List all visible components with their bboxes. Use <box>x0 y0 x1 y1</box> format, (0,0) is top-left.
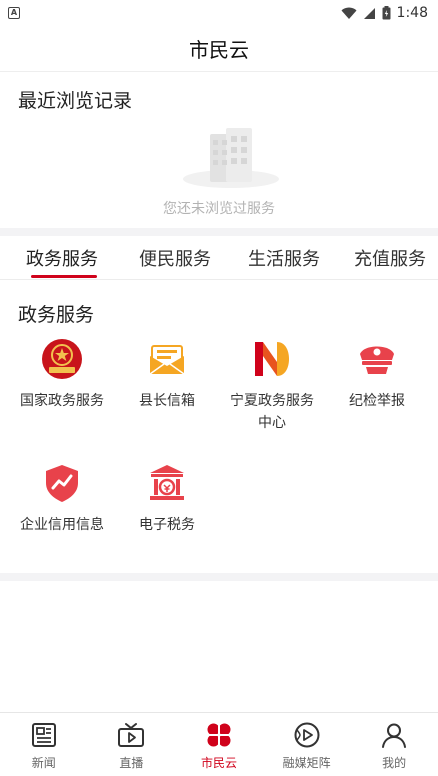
signal-icon <box>363 7 375 19</box>
service-label: 企业信用信息 <box>20 517 104 533</box>
tax-building-icon <box>150 465 184 500</box>
service-label: 电子税务 <box>139 517 195 533</box>
tab-government-services[interactable]: 政务服务 <box>0 236 124 280</box>
tv-icon <box>118 723 145 747</box>
service-label: 县长信箱 <box>139 393 195 409</box>
mailbox-icon <box>149 345 185 375</box>
police-cap-icon <box>360 346 394 374</box>
bottom-nav: 新闻 直播 市民云 融媒矩阵 我的 <box>0 712 438 776</box>
nav-label: 市民云 <box>200 756 237 770</box>
service-ningxia-center[interactable]: 宁夏政务服务中心 <box>220 338 324 434</box>
service-e-tax[interactable]: 电子税务 <box>115 462 219 536</box>
nav-item-live[interactable]: 直播 <box>88 713 176 776</box>
tab-label: 政务服务 <box>26 249 98 270</box>
recent-title: 最近浏览记录 <box>18 90 133 112</box>
news-icon <box>31 723 56 747</box>
status-indicators: 1:48 <box>341 5 428 21</box>
empty-buildings-icon <box>183 128 279 188</box>
tab-life-services[interactable]: 生活服务 <box>226 236 342 280</box>
service-county-mailbox[interactable]: 县长信箱 <box>115 338 219 412</box>
play-circle-icon <box>294 722 320 748</box>
recent-section: 最近浏览记录 您还未浏览过服务 <box>0 72 438 228</box>
status-bar: A 1:48 <box>0 0 438 26</box>
service-label: 国家政务服务 <box>20 393 104 409</box>
nav-item-citizen-cloud[interactable]: 市民云 <box>175 713 263 776</box>
battery-icon <box>382 6 391 20</box>
app-header: 市民云 <box>0 26 438 72</box>
tab-recharge-services[interactable]: 充值服务 <box>342 236 438 280</box>
tab-convenience-services[interactable]: 便民服务 <box>124 236 226 280</box>
service-tabs: 政务服务 便民服务 生活服务 充值服务 <box>0 236 438 280</box>
page-title: 市民云 <box>189 38 249 62</box>
ningxia-logo-icon <box>255 342 289 376</box>
notification-icon: A <box>8 7 20 19</box>
section-divider <box>0 573 438 581</box>
service-discipline-report[interactable]: 纪检举报 <box>325 338 429 412</box>
nav-item-mine[interactable]: 我的 <box>350 713 438 776</box>
nav-label: 我的 <box>382 756 407 770</box>
status-time: 1:48 <box>396 5 428 21</box>
nav-label: 直播 <box>119 756 144 770</box>
section-title: 政务服务 <box>18 304 95 326</box>
nav-label: 融媒矩阵 <box>282 756 331 770</box>
empty-state-text: 您还未浏览过服务 <box>163 201 275 217</box>
service-label: 纪检举报 <box>349 393 405 409</box>
service-national-government[interactable]: 国家政务服务 <box>10 338 114 412</box>
nav-item-news[interactable]: 新闻 <box>0 713 88 776</box>
wifi-icon <box>341 7 357 19</box>
nav-item-media-matrix[interactable]: 融媒矩阵 <box>263 713 351 776</box>
tab-label: 便民服务 <box>139 249 211 270</box>
service-enterprise-credit[interactable]: 企业信用信息 <box>10 462 114 536</box>
tab-label: 生活服务 <box>248 249 320 270</box>
active-tab-indicator <box>31 275 97 278</box>
credit-shield-icon <box>46 465 78 502</box>
tab-label: 充值服务 <box>354 249 426 270</box>
nav-label: 新闻 <box>31 756 56 770</box>
user-icon <box>382 723 407 748</box>
national-emblem-icon <box>42 339 82 379</box>
service-label: 宁夏政务服务中心 <box>230 393 314 431</box>
section-divider <box>0 228 438 236</box>
clover-icon <box>207 723 231 747</box>
